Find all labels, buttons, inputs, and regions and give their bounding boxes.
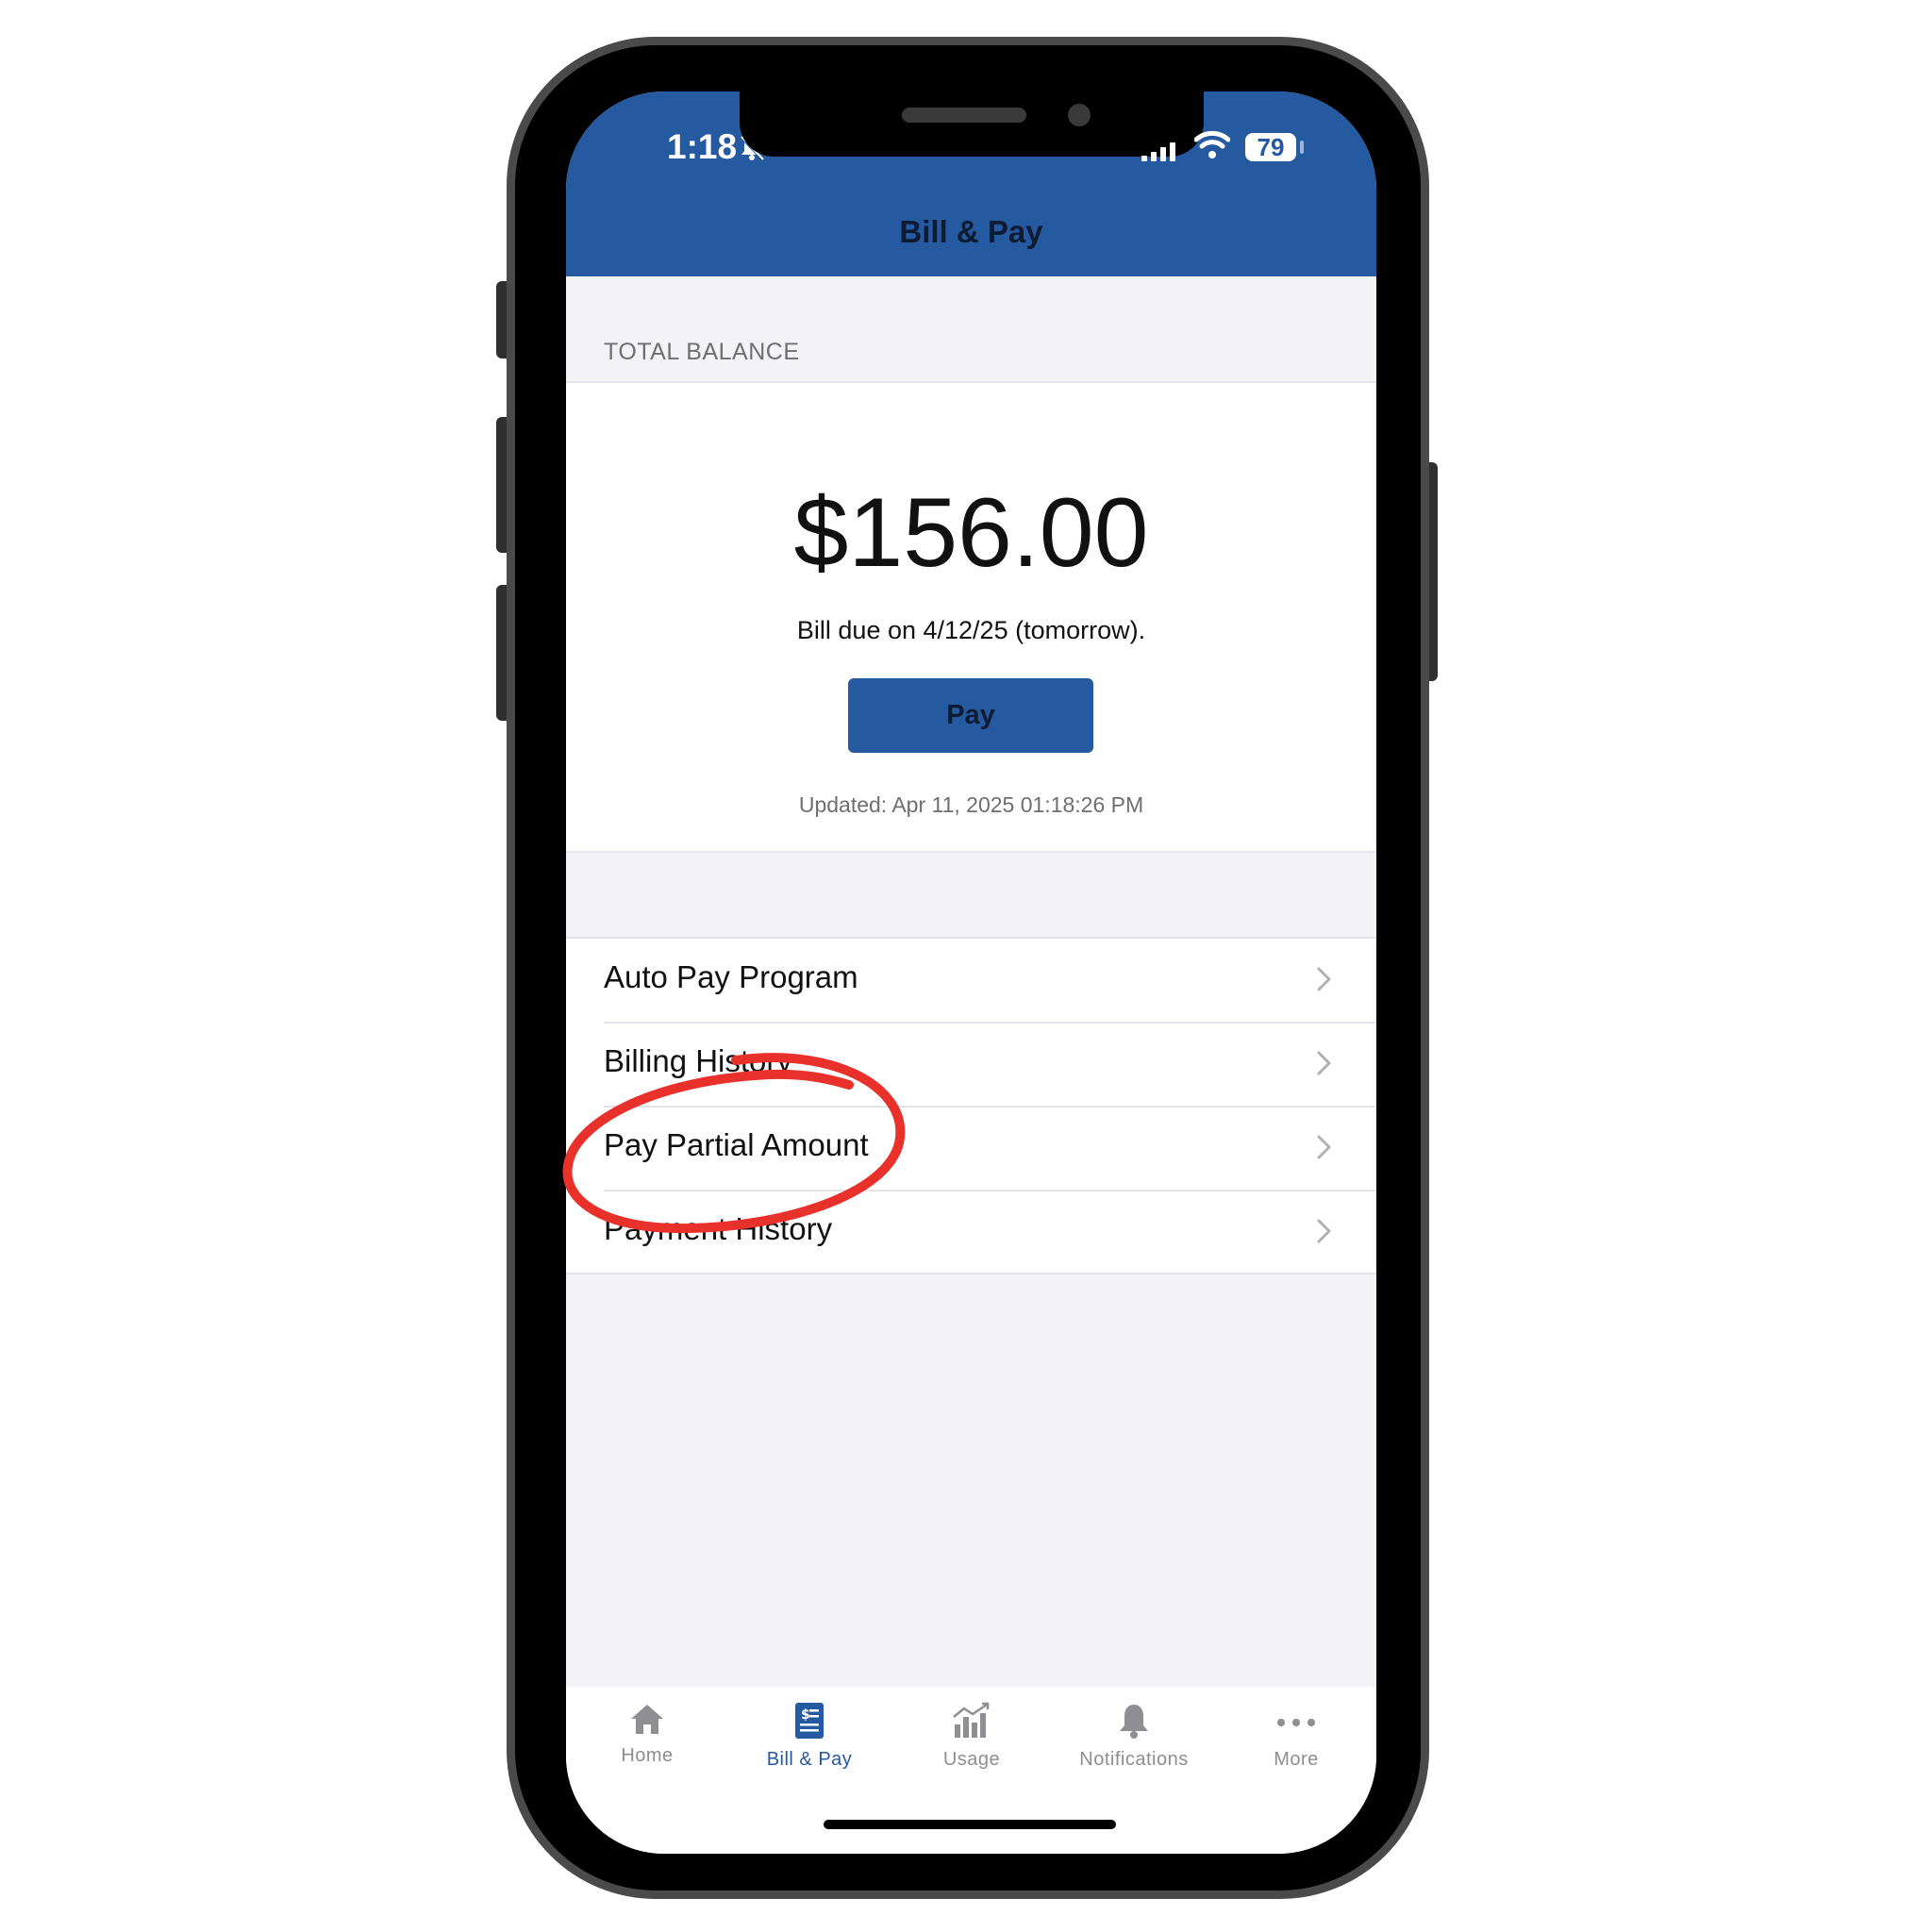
menu-item-label: Pay Partial Amount <box>604 1127 869 1162</box>
chevron-right-icon <box>1317 1135 1331 1159</box>
total-balance-label: TOTAL BALANCE <box>604 339 800 365</box>
home-icon <box>631 1705 663 1734</box>
battery-nub <box>1300 141 1304 154</box>
signal-icon <box>1141 142 1175 161</box>
svg-text:$: $ <box>801 1707 810 1723</box>
camera-notch <box>740 92 1204 157</box>
balance-amount: $156.00 <box>793 478 1149 588</box>
home-indicator <box>824 1820 1116 1829</box>
nav-header: 1:18 79 Bill & Pay <box>566 92 1376 276</box>
tab-label: Usage <box>942 1749 1001 1770</box>
page-title: Bill & Pay <box>899 214 1043 249</box>
tab-label: Notifications <box>1079 1749 1189 1770</box>
status-time: 1:18 <box>667 127 738 166</box>
billing-menu: Auto Pay Program Billing History Pay Par… <box>566 937 1376 1274</box>
battery-level: 79 <box>1245 133 1296 161</box>
pay-button[interactable]: Pay <box>848 678 1093 753</box>
menu-item-auto-pay[interactable]: Auto Pay Program <box>566 939 1376 1022</box>
tab-notifications[interactable]: Notifications <box>1053 1702 1215 1796</box>
tab-bill-pay[interactable]: $ Bill & Pay <box>728 1702 891 1796</box>
tab-home[interactable]: Home <box>566 1702 728 1796</box>
tab-label: Bill & Pay <box>766 1749 853 1770</box>
speaker-grille <box>902 108 1026 123</box>
balance-card: $156.00 Bill due on 4/12/25 (tomorrow). … <box>566 381 1376 853</box>
tab-more[interactable]: More <box>1215 1702 1376 1796</box>
menu-item-pay-partial-amount[interactable]: Pay Partial Amount <box>566 1107 1376 1190</box>
usage-chart-icon <box>953 1702 990 1738</box>
menu-item-label: Billing History <box>604 1043 792 1078</box>
front-camera <box>1068 104 1091 126</box>
updated-timestamp: Updated: Apr 11, 2025 01:18:26 PM <box>798 792 1144 817</box>
more-dots-icon <box>1277 1719 1315 1726</box>
menu-item-label: Auto Pay Program <box>604 959 858 994</box>
app-screen: 1:18 79 Bill & Pay TOTAL BALANCE $156.00 <box>566 92 1376 1854</box>
chevron-right-icon <box>1317 1051 1331 1075</box>
menu-item-label: Payment History <box>604 1211 833 1246</box>
tab-usage[interactable]: Usage <box>891 1702 1053 1796</box>
menu-item-billing-history[interactable]: Billing History <box>566 1023 1376 1106</box>
bill-due-text: Bill due on 4/12/25 (tomorrow). <box>796 616 1146 644</box>
tab-label: More <box>1274 1749 1319 1770</box>
menu-item-payment-history[interactable]: Payment History <box>566 1191 1376 1274</box>
bell-icon <box>1120 1705 1148 1739</box>
chevron-right-icon <box>1317 967 1331 991</box>
chevron-right-icon <box>1317 1219 1331 1243</box>
bill-icon: $ <box>795 1703 824 1739</box>
wifi-icon <box>1194 130 1230 158</box>
tab-label: Home <box>621 1745 674 1766</box>
